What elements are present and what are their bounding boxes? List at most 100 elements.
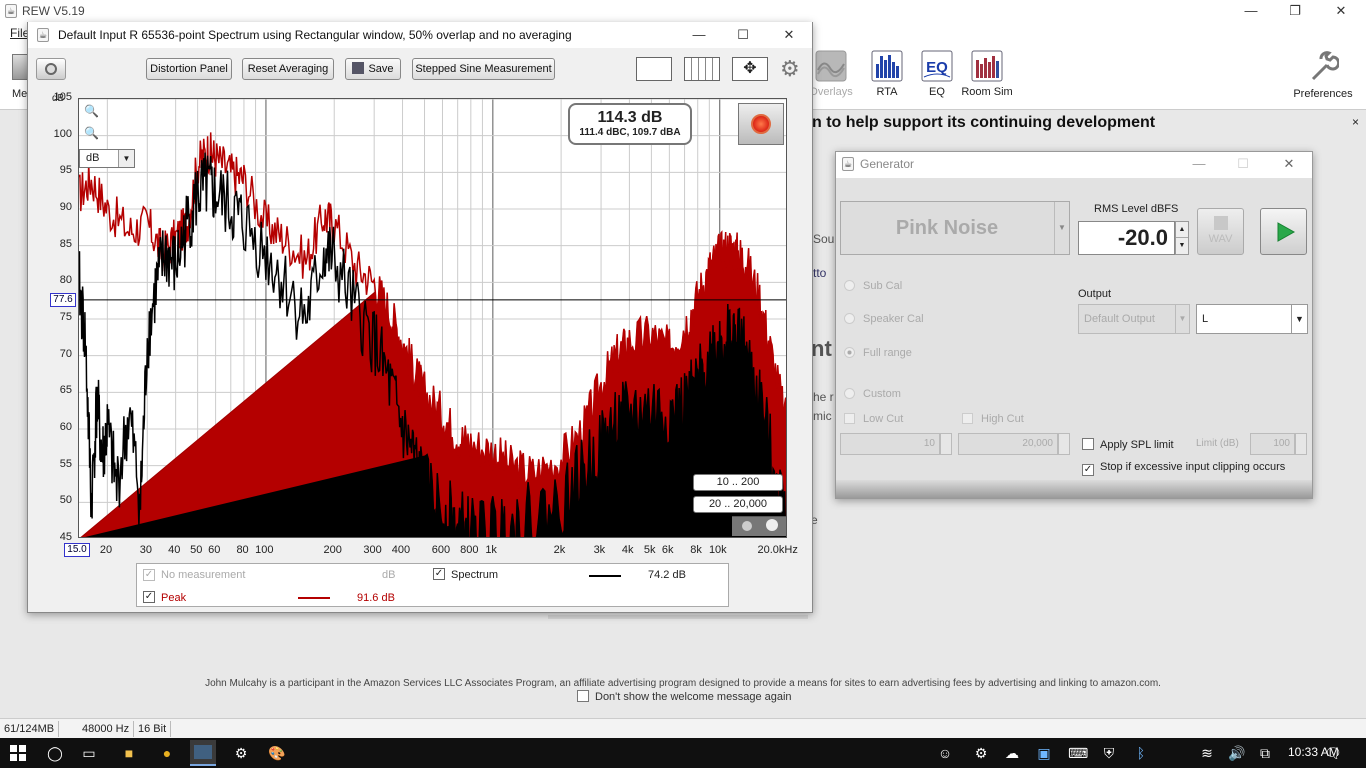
x-tick-label: 4k bbox=[621, 544, 634, 556]
preferences-button[interactable]: Preferences bbox=[1290, 50, 1356, 100]
stop-clipping-checkbox[interactable]: ✓ Stop if excessive input clipping occurs bbox=[1082, 461, 1285, 476]
unit-select[interactable]: dB ▼ bbox=[79, 149, 135, 168]
x-tick-label: 50 bbox=[190, 544, 203, 556]
language-icon[interactable]: ⧉ bbox=[1256, 745, 1274, 761]
range-20-20000-button[interactable]: 20 .. 20,000 bbox=[693, 496, 783, 513]
spectrum-plot-svg[interactable] bbox=[79, 99, 787, 538]
rew-taskbar-icon[interactable] bbox=[190, 740, 216, 766]
spectrum-legend-label: Spectrum bbox=[451, 569, 499, 581]
gear-icon[interactable]: ⚙ bbox=[780, 56, 800, 82]
generator-maximize-icon[interactable]: ☐ bbox=[1220, 153, 1266, 175]
high-cut-checkbox[interactable]: High Cut bbox=[962, 413, 1024, 425]
grid-icon[interactable] bbox=[684, 57, 720, 81]
chevron-down-icon: ▼ bbox=[118, 150, 134, 167]
record-icon bbox=[751, 114, 771, 134]
reset-averaging-button[interactable]: Reset Averaging bbox=[242, 58, 334, 80]
limit-db-spinner[interactable] bbox=[1295, 433, 1307, 455]
x-tick-label: 60 bbox=[208, 544, 221, 556]
close-icon[interactable]: ✕ bbox=[1318, 0, 1364, 22]
zoom-out-icon[interactable]: 🔍 bbox=[84, 126, 99, 140]
spectrum-maximize-icon[interactable]: ☐ bbox=[720, 24, 766, 46]
spectrum-legend-swatch bbox=[589, 575, 621, 577]
x-tick-label: 30 bbox=[139, 544, 153, 556]
minimize-icon[interactable]: — bbox=[1228, 0, 1274, 22]
room-sim-icon bbox=[971, 50, 1003, 82]
dont-show-label: Don't show the welcome message again bbox=[595, 691, 792, 703]
bluetooth-icon[interactable]: ᛒ bbox=[1132, 745, 1150, 761]
sub-cal-radio[interactable]: Sub Cal bbox=[844, 280, 902, 292]
restore-icon[interactable]: ❐ bbox=[1272, 0, 1318, 22]
main-window-title: REW V5.19 bbox=[22, 4, 85, 18]
y-tick-label: 85 bbox=[59, 237, 72, 250]
toolbar-partial-label: Me bbox=[12, 88, 28, 100]
stepped-sine-button[interactable]: Stepped Sine Measurement bbox=[412, 58, 555, 80]
output-channel-select[interactable]: L ▼ bbox=[1196, 304, 1308, 334]
apply-spl-limit-checkbox[interactable]: Apply SPL limit bbox=[1082, 438, 1174, 451]
y-tick-label: 80 bbox=[59, 274, 72, 287]
save-button[interactable]: Save bbox=[345, 58, 401, 80]
cortana-icon[interactable]: ◯ bbox=[46, 745, 64, 761]
chrome-icon[interactable]: ● bbox=[158, 745, 176, 761]
low-cut-input[interactable]: 10 bbox=[840, 433, 940, 455]
generator-minimize-icon[interactable]: — bbox=[1176, 153, 1222, 175]
dont-show-box[interactable] bbox=[577, 690, 589, 702]
fit-horizontal-icon[interactable] bbox=[636, 57, 672, 81]
tray-icon-c[interactable]: ▣ bbox=[1035, 745, 1053, 761]
low-cut-checkbox[interactable]: Low Cut bbox=[844, 413, 903, 425]
full-range-radio[interactable]: Full range bbox=[844, 347, 912, 359]
spectrum-minimize-icon[interactable]: — bbox=[676, 24, 722, 46]
people-icon[interactable]: ☺ bbox=[936, 745, 954, 761]
y-tick-label: 105 bbox=[53, 91, 72, 103]
cursor-x-readout[interactable]: 15.0 bbox=[64, 543, 90, 557]
toolbar-room-sim-button[interactable]: Room Sim bbox=[957, 50, 1017, 98]
y-tick-label: 70 bbox=[59, 347, 72, 360]
camera-icon[interactable] bbox=[36, 58, 66, 80]
zoom-in-icon[interactable]: 🔍 bbox=[84, 104, 99, 118]
no-measurement-unit: dB bbox=[382, 569, 396, 581]
x-tick-label: 10k bbox=[708, 544, 727, 556]
peak-checkbox[interactable]: ✓ bbox=[143, 591, 155, 603]
windows-start-icon[interactable] bbox=[10, 745, 26, 761]
spectrum-checkbox[interactable]: ✓ bbox=[433, 568, 445, 580]
range-10-200-button[interactable]: 10 .. 200 bbox=[693, 474, 783, 491]
spectrum-plot[interactable] bbox=[78, 98, 787, 538]
y-tick-label: 100 bbox=[53, 127, 72, 140]
wav-button[interactable]: WAV bbox=[1197, 208, 1244, 255]
paint-icon[interactable]: 🎨 bbox=[268, 745, 286, 761]
welcome-fragment[interactable]: tto bbox=[813, 266, 826, 280]
limit-db-label: Limit (dB) bbox=[1196, 438, 1239, 449]
tray-icon-a[interactable]: ⚙ bbox=[972, 745, 990, 761]
custom-radio[interactable]: Custom bbox=[844, 388, 901, 400]
toolbar-room-sim-label: Room Sim bbox=[961, 86, 1013, 98]
low-cut-spinner[interactable] bbox=[940, 433, 952, 455]
scroll-zoom-icon[interactable] bbox=[732, 516, 786, 536]
settings-taskbar-icon[interactable]: ⚙ bbox=[232, 745, 250, 761]
play-button[interactable] bbox=[1260, 208, 1307, 255]
output-device-select[interactable]: Default Output ▼ bbox=[1078, 304, 1190, 334]
x-tick-label: 300 bbox=[363, 544, 382, 556]
speaker-cal-radio[interactable]: Speaker Cal bbox=[844, 313, 924, 325]
volume-icon[interactable]: 🔊 bbox=[1228, 745, 1246, 761]
generator-close-icon[interactable]: ✕ bbox=[1266, 153, 1312, 175]
limit-db-input[interactable]: 100 bbox=[1250, 433, 1295, 455]
file-explorer-icon[interactable]: ■ bbox=[120, 745, 138, 761]
spectrum-legend-value: 74.2 dB bbox=[648, 569, 686, 581]
wifi-icon[interactable]: ≋ bbox=[1198, 745, 1216, 761]
task-view-icon[interactable]: ▭ bbox=[80, 745, 98, 761]
high-cut-spinner[interactable] bbox=[1058, 433, 1070, 455]
rms-level-input[interactable]: -20.0 bbox=[1078, 221, 1175, 255]
rms-level-spinner[interactable]: ▲ ▼ bbox=[1175, 221, 1189, 255]
x-tick-label: 200 bbox=[323, 544, 342, 556]
expand-arrows-icon[interactable]: ✥ bbox=[732, 57, 768, 81]
distortion-panel-button[interactable]: Distortion Panel bbox=[146, 58, 232, 80]
banner-close-icon[interactable]: × bbox=[1352, 115, 1359, 129]
spectrum-close-icon[interactable]: ✕ bbox=[766, 24, 812, 46]
keyboard-icon[interactable]: ⌨ bbox=[1068, 745, 1088, 761]
svg-text:EQ: EQ bbox=[926, 59, 948, 76]
high-cut-input[interactable]: 20,000 bbox=[958, 433, 1058, 455]
defender-icon[interactable]: ⛨ bbox=[1100, 745, 1118, 761]
notifications-icon[interactable]: 🗨 bbox=[1324, 745, 1342, 761]
cursor-y-readout[interactable]: 77.6 bbox=[50, 293, 76, 307]
dont-show-checkbox[interactable]: Don't show the welcome message again bbox=[577, 690, 792, 703]
tray-icon-b[interactable]: ☁ bbox=[1003, 745, 1021, 761]
